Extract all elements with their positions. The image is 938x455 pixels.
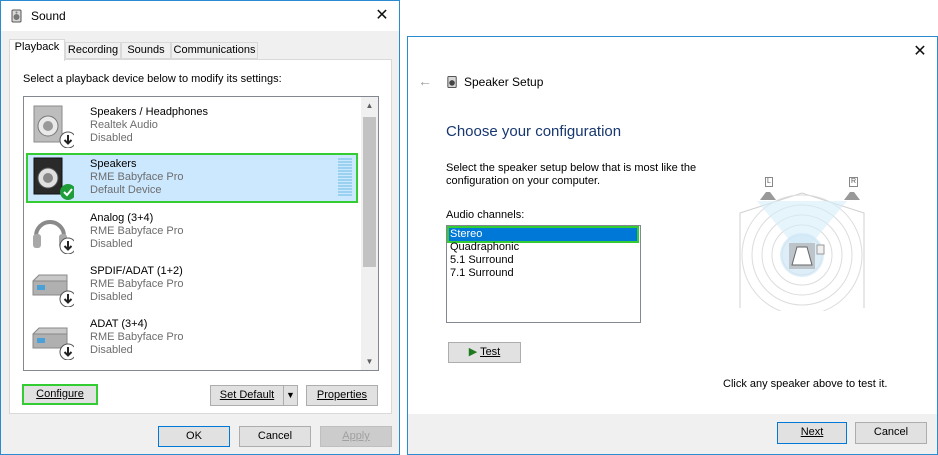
volume-meter [338,158,352,198]
device-driver: RME Babyface Pro [90,278,184,290]
device-driver: RME Babyface Pro [90,171,184,183]
device-item[interactable]: SPDIF/ADAT (1+2) RME Babyface Pro Disabl… [26,260,358,310]
speaker-disabled-icon [33,105,74,148]
play-icon: ▶ [468,346,478,358]
channel-option-stereo[interactable]: Stereo [447,226,639,243]
speaker-label-right: R [849,177,859,187]
device-list[interactable]: Speakers / Headphones Realtek Audio Disa… [23,96,379,371]
ok-button[interactable]: OK [158,426,230,447]
close-icon[interactable]: ✕ [365,1,399,31]
headphones-disabled-icon [33,220,74,254]
device-status: Disabled [90,132,133,144]
set-default-button[interactable]: Set Default [210,385,283,406]
tab-recording[interactable]: Recording [65,42,121,59]
digital-output-disabled-icon [32,274,74,307]
device-item-selected[interactable]: Speakers RME Babyface Pro Default Device [26,153,358,203]
device-driver: Realtek Audio [90,119,158,131]
tab-communications[interactable]: Communications [171,42,258,59]
title-bar: Sound ✕ [1,1,399,31]
scroll-up-icon[interactable]: ▲ [361,97,378,114]
cancel-button[interactable]: Cancel [855,422,927,444]
set-default-dropdown[interactable]: ▼ [283,385,298,406]
digital-output-disabled-icon [32,327,74,360]
device-driver: RME Babyface Pro [90,225,184,237]
wizard-footer: Next Cancel [408,414,937,454]
speaker-default-icon [33,157,74,200]
wizard-header: Speaker Setup [464,75,544,89]
cancel-button[interactable]: Cancel [239,426,311,447]
device-status: Default Device [90,184,162,196]
channel-option-5-1-surround[interactable]: 5.1 Surround [449,254,514,267]
close-icon[interactable]: ✕ [903,37,937,67]
device-list-scrollbar[interactable]: ▲ ▼ [361,97,378,370]
device-item[interactable]: ADAT (3+4) RME Babyface Pro Disabled [26,313,358,363]
device-status: Disabled [90,238,133,250]
left-speaker[interactable]: L [756,177,780,201]
scroll-thumb[interactable] [363,117,376,267]
test-hint-text: Click any speaker above to test it. [723,378,888,390]
description-text: Select the speaker setup below that is m… [446,162,697,187]
device-name: Speakers [90,158,137,170]
channel-option-quadraphonic[interactable]: Quadraphonic [449,241,519,254]
speaker-setup-window: ✕ ← Speaker Setup Choose your configurat… [407,36,938,455]
channel-option-7-1-surround[interactable]: 7.1 Surround [449,267,514,280]
speaker-icon [760,192,776,200]
right-speaker[interactable]: R [840,177,864,201]
tab-playback[interactable]: Playback [9,39,65,61]
window-title: Sound [31,9,66,23]
device-item[interactable]: Speakers / Headphones Realtek Audio Disa… [26,101,358,151]
sound-window: Sound ✕ Playback Recording Sounds Commun… [0,0,400,455]
next-button[interactable]: Next [777,422,847,444]
page-title: Choose your configuration [446,123,622,140]
properties-button[interactable]: Properties [306,385,378,406]
instruction-text: Select a playback device below to modify… [23,73,282,85]
speaker-label-left: L [765,177,773,187]
audio-channels-label: Audio channels: [446,209,525,221]
speaker-app-icon [447,75,457,89]
back-arrow-icon[interactable]: ← [418,73,432,89]
scroll-down-icon[interactable]: ▼ [361,353,378,370]
device-item[interactable]: Analog (3+4) RME Babyface Pro Disabled [26,207,358,257]
speaker-app-icon [11,9,22,23]
device-name: Speakers / Headphones [90,106,209,118]
device-status: Disabled [90,344,133,356]
tab-sounds[interactable]: Sounds [121,42,171,59]
device-status: Disabled [90,291,133,303]
device-name: SPDIF/ADAT (1+2) [90,265,183,277]
audio-channels-list[interactable]: Stereo Quadraphonic 5.1 Surround 7.1 Sur… [446,225,641,323]
chevron-down-icon: ▼ [286,390,295,400]
speaker-icon [844,192,860,200]
device-driver: RME Babyface Pro [90,331,184,343]
configure-button[interactable]: Configure [22,384,98,405]
apply-button[interactable]: Apply [320,426,392,447]
device-name: Analog (3+4) [90,212,154,224]
test-button[interactable]: ▶ Test [448,342,521,363]
device-name: ADAT (3+4) [90,318,148,330]
